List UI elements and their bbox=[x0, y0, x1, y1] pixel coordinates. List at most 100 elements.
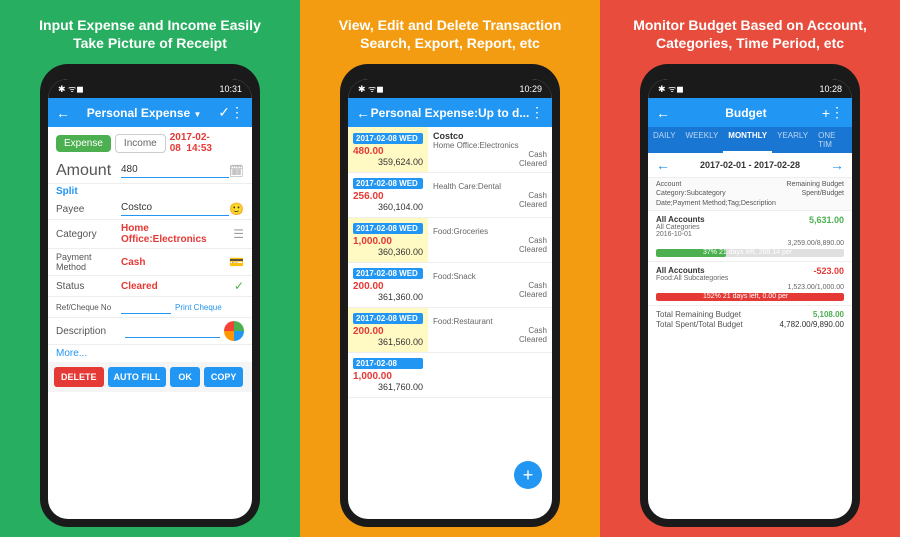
payment-icon: 💳 bbox=[229, 255, 244, 269]
ok-button[interactable]: OK bbox=[170, 367, 200, 387]
payee-input[interactable]: Costco bbox=[121, 202, 229, 216]
txn-amount-1: 256.00 bbox=[353, 191, 423, 202]
payment-value[interactable]: Cash bbox=[121, 257, 229, 268]
refcheque-input[interactable] bbox=[121, 300, 171, 314]
more-icon-3[interactable]: ⋮ bbox=[830, 104, 844, 121]
txn-amount-0: 480.00 bbox=[353, 146, 423, 157]
budget-item-1[interactable]: All Accounts Food:All Subcategories -523… bbox=[648, 262, 852, 306]
budget-top-1: All Accounts Food:All Subcategories -523… bbox=[656, 266, 844, 282]
period-tab-weekly[interactable]: WEEKLY bbox=[681, 127, 724, 153]
txn-amount-4: 200.00 bbox=[353, 326, 423, 337]
status-row: Status Cleared ✓ bbox=[48, 276, 252, 297]
period-tab-yearly[interactable]: YEARLY bbox=[772, 127, 813, 153]
phone-notch-3 bbox=[730, 72, 770, 77]
category-icon: ☰ bbox=[233, 227, 244, 241]
transaction-list-wrapper: 2017-02-08 WED 480.00 359,624.00 Costco … bbox=[348, 127, 552, 519]
txn-left-5: 2017-02-08 1,000.00 361,760.00 bbox=[348, 353, 428, 397]
status-bar-2: ✱ ᯤ◼ 10:29 bbox=[348, 79, 552, 98]
date-display: 2017-02-08 14:53 bbox=[170, 132, 244, 154]
phone-1: ✱ ᯤ◼ 10:31 ← Personal Expense ▼ ✓ ⋮ Expe… bbox=[40, 64, 260, 527]
transaction-item-0[interactable]: 2017-02-08 WED 480.00 359,624.00 Costco … bbox=[348, 127, 552, 173]
total-remaining-value: 5,108.00 bbox=[813, 310, 844, 319]
period-tab-daily[interactable]: DAILY bbox=[648, 127, 681, 153]
panel-3-title: Monitor Budget Based on Account, Categor… bbox=[633, 16, 867, 52]
check-icon-1[interactable]: ✓ bbox=[218, 104, 230, 121]
budget-item-0[interactable]: All Accounts All Categories 2016-10-01 5… bbox=[648, 211, 852, 262]
total-remaining-row: Total Remaining Budget 5,108.00 bbox=[656, 310, 844, 319]
phone-screen-3: ✱ ᯤ◼ 10:28 ← Budget + ⋮ DAILYWEEKLYMONTH… bbox=[648, 79, 852, 519]
budget-bar-label-1: 152% 21 days left, 0.00 per day bbox=[703, 293, 797, 301]
next-period-button[interactable]: → bbox=[830, 157, 844, 173]
print-cheque-button[interactable]: Print Cheque bbox=[175, 303, 222, 312]
status-time-2: 10:29 bbox=[519, 84, 542, 94]
budget-name-1: All Accounts bbox=[656, 266, 728, 275]
status-value[interactable]: Cleared bbox=[121, 281, 234, 292]
back-icon-1[interactable]: ← bbox=[56, 105, 70, 121]
tab-expense[interactable]: Expense bbox=[56, 135, 111, 152]
transaction-item-5[interactable]: 2017-02-08 1,000.00 361,760.00 bbox=[348, 353, 552, 398]
period-tab-monthly[interactable]: MONTHLY bbox=[723, 127, 772, 153]
add-icon-3[interactable]: + bbox=[822, 105, 830, 121]
transaction-item-1[interactable]: 2017-02-08 WED 256.00 360,104.00 Health … bbox=[348, 173, 552, 218]
txn-payee-0: Costco bbox=[433, 131, 547, 141]
payee-icon: 🙂 bbox=[229, 202, 244, 216]
txn-amount-3: 200.00 bbox=[353, 281, 423, 292]
tab-row-1: Expense Income 2017-02-08 14:53 bbox=[48, 127, 252, 159]
status-bar-3: ✱ ᯤ◼ 10:28 bbox=[648, 79, 852, 98]
period-tab-one tim[interactable]: ONE TIM bbox=[813, 127, 852, 153]
txn-right-3: Food:Snack CashCleared bbox=[428, 263, 552, 307]
copy-button[interactable]: COPY bbox=[204, 367, 244, 387]
budget-name-0: All Accounts bbox=[656, 215, 705, 224]
description-input[interactable] bbox=[125, 324, 220, 338]
status-icons-1: ✱ ᯤ◼ bbox=[58, 82, 84, 95]
txn-category-4: Food:Restaurant bbox=[433, 317, 547, 326]
add-transaction-fab[interactable]: + bbox=[514, 461, 542, 489]
refcheque-label: Ref/Cheque No bbox=[56, 303, 121, 312]
color-wheel-icon bbox=[224, 321, 244, 341]
txn-right-1: Health Care:Dental CashCleared bbox=[428, 173, 552, 217]
category-value[interactable]: Home Office:Electronics bbox=[121, 223, 233, 245]
calculator-icon[interactable]: 🗓 bbox=[229, 164, 244, 178]
budget-amount-0: 5,631.00 bbox=[809, 215, 844, 238]
delete-button[interactable]: DELETE bbox=[54, 367, 104, 387]
transaction-item-3[interactable]: 2017-02-08 WED 200.00 361,360.00 Food:Sn… bbox=[348, 263, 552, 308]
txn-right-2: Food:Groceries CashCleared bbox=[428, 218, 552, 262]
panel-2-title: View, Edit and Delete Transaction Search… bbox=[339, 16, 562, 52]
txn-left-1: 2017-02-08 WED 256.00 360,104.00 bbox=[348, 173, 428, 217]
payee-row: Payee Costco 🙂 bbox=[48, 199, 252, 220]
txn-left-4: 2017-02-08 WED 200.00 361,560.00 bbox=[348, 308, 428, 352]
txn-status-2: CashCleared bbox=[433, 236, 547, 254]
status-time-3: 10:28 bbox=[819, 84, 842, 94]
payee-label: Payee bbox=[56, 204, 121, 215]
category-row: Category Home Office:Electronics ☰ bbox=[48, 220, 252, 249]
refcheque-row: Ref/Cheque No Print Cheque bbox=[48, 297, 252, 318]
back-icon-2[interactable]: ← bbox=[356, 105, 370, 121]
status-check-icon: ✓ bbox=[234, 279, 244, 293]
tab-income[interactable]: Income bbox=[115, 134, 166, 153]
status-label: Status bbox=[56, 281, 121, 292]
txn-left-3: 2017-02-08 WED 200.00 361,360.00 bbox=[348, 263, 428, 307]
txn-balance-2: 360,360.00 bbox=[353, 247, 423, 257]
more-icon-1[interactable]: ⋮ bbox=[230, 104, 244, 121]
more-icon-2[interactable]: ⋮ bbox=[530, 104, 544, 121]
transaction-item-4[interactable]: 2017-02-08 WED 200.00 361,560.00 Food:Re… bbox=[348, 308, 552, 353]
budget-sub-1: 1,523.00/1,000.00 bbox=[656, 284, 844, 291]
autofill-button[interactable]: AUTO FILL bbox=[108, 367, 167, 387]
txn-left-0: 2017-02-08 WED 480.00 359,624.00 bbox=[348, 127, 428, 172]
status-time-1: 10:31 bbox=[219, 84, 242, 94]
budget-bar-bg-1: 152% 21 days left, 0.00 per day bbox=[656, 293, 844, 301]
txn-right-5 bbox=[428, 353, 552, 397]
total-spent-label: Total Spent/Total Budget bbox=[656, 320, 743, 329]
phone-screen-1: ✱ ᯤ◼ 10:31 ← Personal Expense ▼ ✓ ⋮ Expe… bbox=[48, 79, 252, 519]
transaction-item-2[interactable]: 2017-02-08 WED 1,000.00 360,360.00 Food:… bbox=[348, 218, 552, 263]
budget-date-0: 2016-10-01 bbox=[656, 231, 705, 238]
txn-balance-5: 361,760.00 bbox=[353, 382, 423, 392]
prev-period-button[interactable]: ← bbox=[656, 157, 670, 173]
back-icon-3[interactable]: ← bbox=[656, 105, 670, 121]
total-spent-row: Total Spent/Total Budget 4,782.00/9,890.… bbox=[656, 320, 844, 329]
amount-input[interactable]: 480 bbox=[121, 164, 229, 178]
col-header-right: Remaining Budget Spent/Budget bbox=[786, 180, 844, 207]
txn-left-2: 2017-02-08 WED 1,000.00 360,360.00 bbox=[348, 218, 428, 262]
txn-right-0: Costco Home Office:Electronics CashClear… bbox=[428, 127, 552, 172]
more-link[interactable]: More... bbox=[48, 345, 252, 362]
